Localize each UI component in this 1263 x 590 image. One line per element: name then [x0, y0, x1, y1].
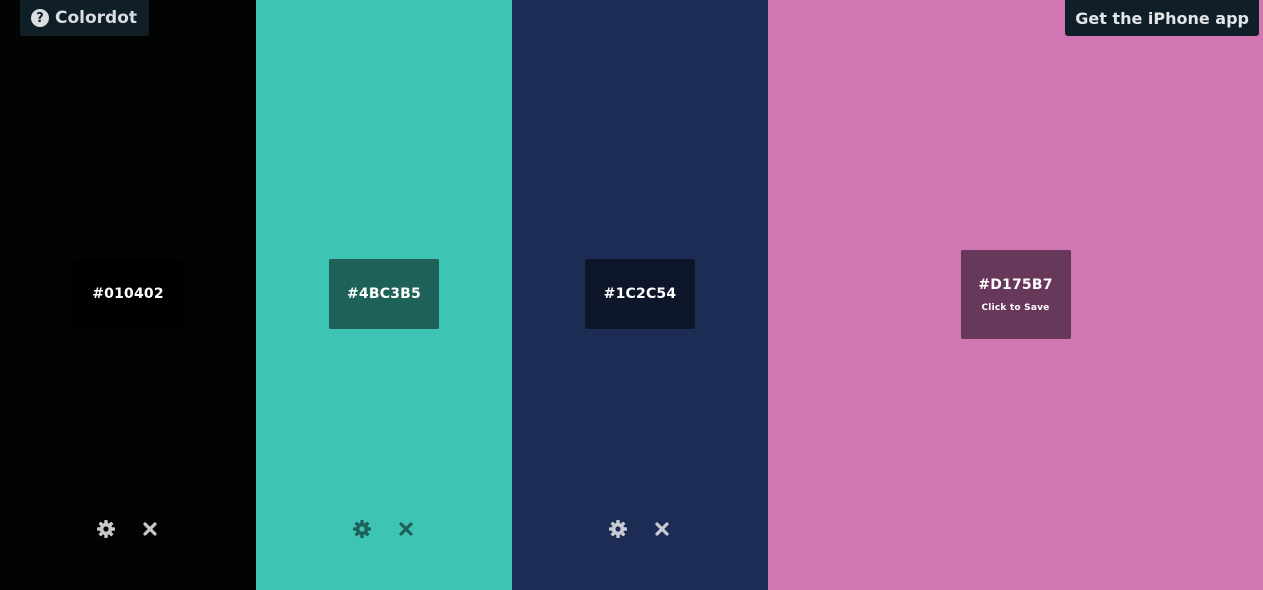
gear-icon[interactable] — [352, 519, 372, 539]
close-icon[interactable] — [140, 519, 160, 539]
column-controls-2 — [352, 519, 416, 539]
close-icon[interactable] — [396, 519, 416, 539]
logo-button[interactable]: ? Colordot — [20, 0, 150, 36]
gear-icon[interactable] — [96, 519, 116, 539]
hex-value: #4BC3B5 — [347, 286, 421, 302]
hex-swatch-2[interactable]: #4BC3B5 — [329, 259, 439, 329]
gear-glyph — [97, 520, 115, 538]
color-column-1[interactable]: #010402 — [0, 0, 256, 590]
logo-text: Colordot — [55, 8, 138, 28]
hex-swatch-1[interactable]: #010402 — [73, 259, 183, 329]
hex-swatch-3[interactable]: #1C2C54 — [585, 259, 695, 329]
close-glyph — [655, 522, 669, 536]
hex-value: #D175B7 — [978, 276, 1053, 293]
column-controls-1 — [96, 519, 160, 539]
close-glyph — [143, 522, 157, 536]
column-controls-3 — [608, 519, 672, 539]
question-circle-icon[interactable]: ? — [31, 9, 49, 27]
get-iphone-app-link[interactable]: Get the iPhone app — [1065, 0, 1259, 36]
color-column-3[interactable]: #1C2C54 — [512, 0, 768, 590]
close-glyph — [399, 522, 413, 536]
gear-icon[interactable] — [608, 519, 628, 539]
color-column-2[interactable]: #4BC3B5 — [256, 0, 512, 590]
close-icon[interactable] — [652, 519, 672, 539]
active-color-column[interactable]: #D175B7 Click to Save — [768, 0, 1263, 590]
gear-glyph — [609, 520, 627, 538]
save-color-button[interactable]: #D175B7 Click to Save — [960, 250, 1071, 339]
colordot-app: ? Colordot Get the iPhone app #010402 #4… — [0, 0, 1263, 590]
hex-value: #010402 — [92, 286, 164, 302]
hex-value: #1C2C54 — [603, 286, 677, 302]
click-to-save-label: Click to Save — [981, 302, 1050, 313]
gear-glyph — [353, 520, 371, 538]
